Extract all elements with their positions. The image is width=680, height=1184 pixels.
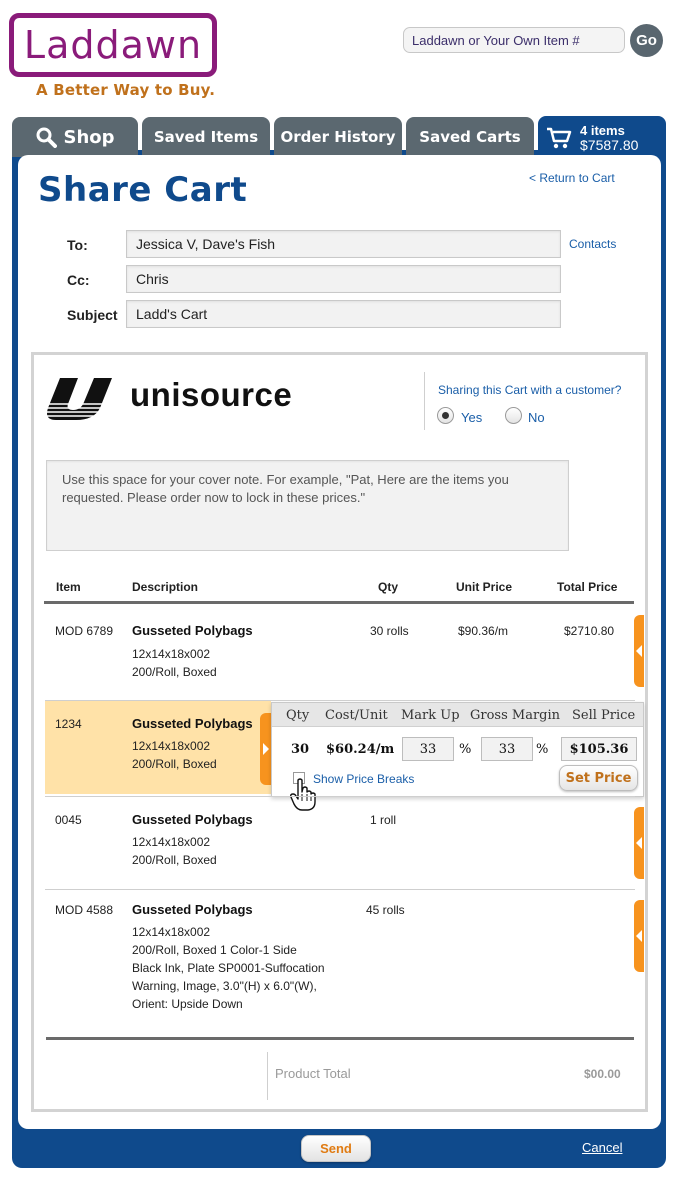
popup-qty-value: 30 (291, 742, 310, 757)
hand-cursor-icon (290, 778, 316, 811)
unisource-logo (46, 374, 124, 427)
gross-margin-input[interactable] (481, 737, 533, 761)
popup-col-markup: Mark Up (401, 708, 460, 723)
row4-expand-tab[interactable] (634, 900, 644, 972)
logo-text: Laddawn (23, 23, 203, 67)
row4-desc: 12x14x18x002 200/Roll, Boxed 1 Color-1 S… (132, 923, 325, 1013)
yes-label: Yes (461, 410, 483, 425)
row1-item: MOD 6789 (55, 624, 114, 638)
row3-item: 0045 (55, 813, 82, 827)
tab-order-history[interactable]: Order History (274, 117, 402, 157)
totals-rule (46, 1037, 634, 1040)
row4-item: MOD 4588 (55, 903, 114, 917)
markup-percent: % (459, 742, 472, 757)
go-button[interactable]: Go (630, 24, 663, 57)
header-rule (44, 601, 634, 604)
col-header-item: Item (56, 580, 81, 594)
cover-note-field[interactable]: Use this space for your cover note. For … (46, 460, 569, 551)
row4-qty: 45 rolls (366, 903, 405, 917)
show-price-breaks-label[interactable]: Show Price Breaks (313, 772, 414, 786)
set-price-button[interactable]: Set Price (559, 765, 638, 791)
tab-saved-carts[interactable]: Saved Carts (406, 117, 534, 157)
page-title: Share Cart (38, 170, 248, 210)
no-label: No (528, 410, 545, 425)
row3-desc-line: 200/Roll, Boxed (132, 853, 217, 867)
row4-desc-line: Orient: Upside Down (132, 997, 243, 1011)
subject-label: Subject (67, 307, 118, 323)
no-radio[interactable] (505, 407, 522, 424)
search-icon (36, 127, 58, 148)
product-total-label: Product Total (275, 1066, 351, 1081)
popup-col-gross-margin: Gross Margin (470, 708, 561, 723)
row4-desc-line: 200/Roll, Boxed 1 Color-1 Side (132, 943, 297, 957)
margin-percent: % (536, 742, 549, 757)
unisource-wordmark: unisource (130, 376, 293, 413)
col-header-description: Description (132, 580, 199, 594)
yes-radio[interactable] (437, 407, 454, 424)
popup-col-qty: Qty (286, 708, 310, 723)
row1-total-price: $2710.80 (564, 624, 615, 638)
col-header-total-price: Total Price (557, 580, 618, 594)
row2-item: 1234 (55, 717, 82, 731)
tab-shop-label: Shop (63, 126, 115, 148)
cart-total: $7587.80 (580, 137, 639, 153)
popup-col-sell-price: Sell Price (572, 708, 636, 723)
cancel-link[interactable]: Cancel (582, 1140, 622, 1155)
subject-field[interactable] (126, 300, 561, 328)
send-button[interactable]: Send (301, 1135, 371, 1162)
cart-item-count: 4 items (580, 123, 625, 138)
row1-expand-tab[interactable] (634, 615, 644, 687)
row2-desc-line: 12x14x18x002 (132, 739, 211, 753)
row1-title: Gusseted Polybags (132, 623, 253, 638)
cc-field[interactable] (126, 265, 561, 293)
row4-title: Gusseted Polybags (132, 902, 253, 917)
unisource-mark-icon (46, 378, 124, 420)
markup-input[interactable] (402, 737, 454, 761)
row-divider (45, 889, 635, 890)
cc-label: Cc: (67, 272, 90, 288)
cart-icon (547, 127, 572, 149)
return-to-cart-link[interactable]: < Return to Cart (529, 171, 615, 185)
tab-saved-items[interactable]: Saved Items (142, 117, 270, 157)
to-label: To: (67, 237, 88, 253)
tagline: A Better Way to Buy. (36, 81, 216, 99)
header-divider (424, 372, 425, 430)
popup-col-cost-unit: Cost/Unit (325, 708, 388, 723)
row3-desc: 12x14x18x002 200/Roll, Boxed (132, 833, 217, 869)
to-field[interactable] (126, 230, 561, 258)
row1-desc: 12x14x18x002 200/Roll, Boxed (132, 645, 217, 681)
sell-price-input[interactable] (561, 737, 637, 761)
row2-desc: 12x14x18x002 200/Roll, Boxed (132, 737, 217, 773)
totals-divider (267, 1052, 268, 1100)
row1-desc-line: 200/Roll, Boxed (132, 665, 217, 679)
row3-desc-line: 12x14x18x002 (132, 835, 211, 849)
row3-qty: 1 roll (370, 813, 397, 827)
row4-desc-line: 12x14x18x002 (132, 925, 211, 939)
tab-shop[interactable]: Shop (12, 117, 138, 157)
row1-qty: 30 rolls (370, 624, 409, 638)
search-input[interactable] (403, 27, 625, 53)
sharing-question: Sharing this Cart with a customer? (438, 383, 622, 397)
row4-desc-line: Black Ink, Plate SP0001-Suffocation (132, 961, 325, 975)
row3-title: Gusseted Polybags (132, 812, 253, 827)
row2-title: Gusseted Polybags (132, 716, 253, 731)
col-header-qty: Qty (378, 580, 399, 594)
row-divider (45, 700, 635, 701)
row-divider (45, 796, 635, 797)
row2-desc-line: 200/Roll, Boxed (132, 757, 217, 771)
row4-desc-line: Warning, Image, 3.0"(H) x 6.0"(W), (132, 979, 317, 993)
row2-collapse-tab[interactable] (260, 713, 271, 785)
contacts-link[interactable]: Contacts (569, 237, 616, 251)
col-header-unit-price: Unit Price (456, 580, 513, 594)
tab-cart[interactable]: 4 items $7587.80 (538, 116, 666, 160)
row1-unit-price: $90.36/m (458, 624, 509, 638)
popup-cost-unit-value: $60.24/m (326, 742, 395, 757)
row1-desc-line: 12x14x18x002 (132, 647, 211, 661)
product-total-value: $00.00 (584, 1067, 621, 1081)
laddawn-logo[interactable]: Laddawn (9, 13, 217, 77)
row3-expand-tab[interactable] (634, 807, 644, 879)
